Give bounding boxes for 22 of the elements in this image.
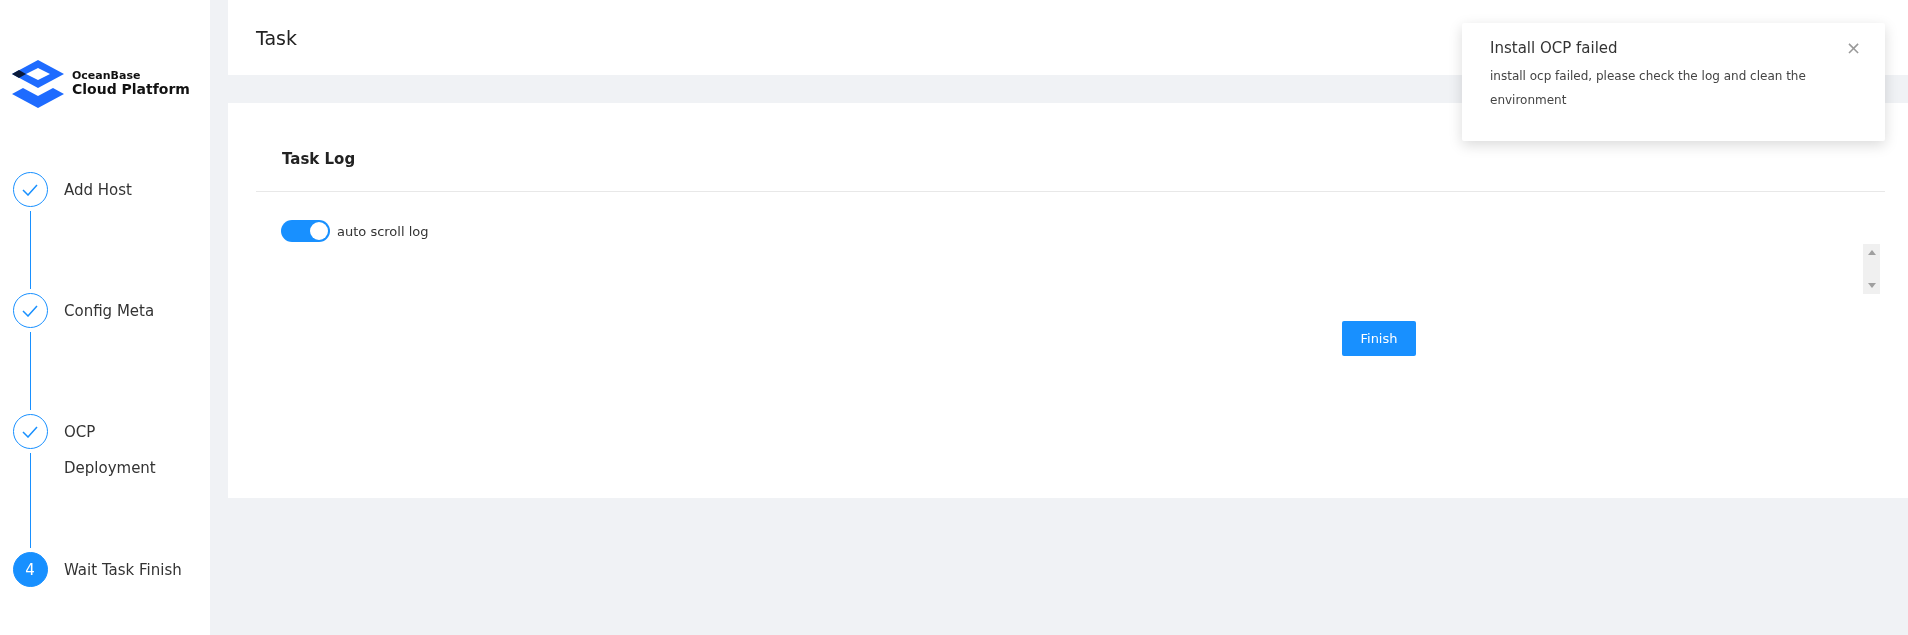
step-label: Wait Task Finish <box>64 560 183 581</box>
step-indicator: 4 <box>12 552 48 587</box>
notification-message: install ocp failed, please check the log and clean the environment <box>1490 68 1807 109</box>
switch-label: auto scroll log <box>337 223 429 239</box>
notification-title: Install OCP failed <box>1490 38 1618 57</box>
log-scrollbar[interactable] <box>1863 244 1880 294</box>
step-label: OCP Deployment <box>64 422 157 479</box>
auto-scroll-switch[interactable] <box>281 220 330 242</box>
page-title: Task <box>256 26 297 49</box>
scroll-down-icon[interactable] <box>1867 283 1876 288</box>
check-icon <box>22 304 38 317</box>
logo-text: OceanBase <box>72 70 142 83</box>
step-label: Add Host <box>64 180 133 201</box>
check-icon <box>22 425 38 438</box>
step-label: Config Meta <box>64 301 156 322</box>
card-title: Task Log <box>282 150 356 168</box>
logo-icon <box>12 60 64 108</box>
scroll-up-icon[interactable] <box>1867 250 1876 255</box>
check-icon <box>22 183 38 196</box>
close-button[interactable]: × <box>1845 37 1861 58</box>
logo-text: Cloud Platform <box>72 82 190 98</box>
finish-button[interactable]: Finish <box>1342 321 1416 356</box>
